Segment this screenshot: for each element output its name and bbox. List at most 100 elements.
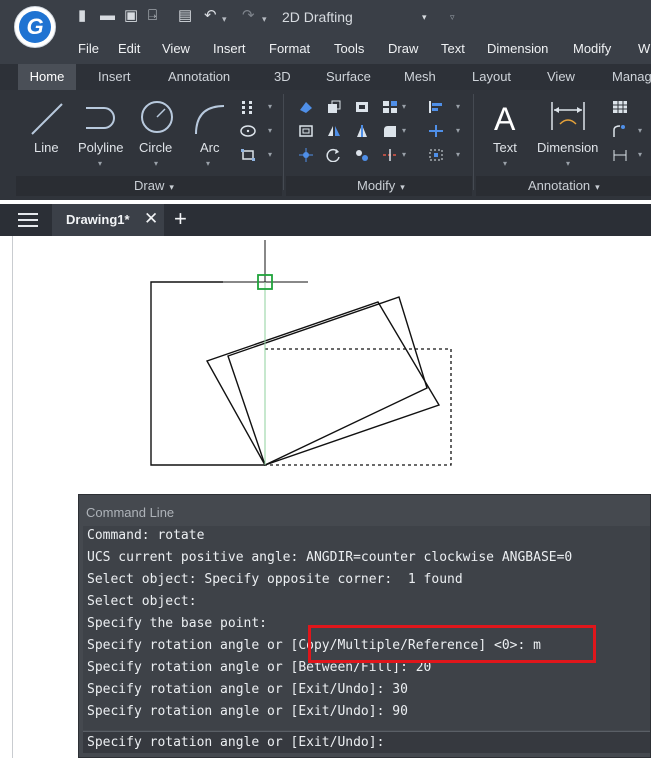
dimension-tool-label[interactable]: Dimension: [537, 140, 598, 156]
leader-icon[interactable]: [612, 124, 628, 138]
command-input[interactable]: Specify rotation angle or [Exit/Undo]:: [83, 731, 650, 753]
circle-icon[interactable]: [138, 98, 176, 136]
command-prompt: Specify rotation angle or [Exit/Undo]:: [87, 735, 385, 750]
align-dropdown-icon[interactable]: ▾: [456, 103, 460, 111]
rectangle-dropdown-icon[interactable]: ▾: [268, 151, 272, 159]
explode-dropdown-icon[interactable]: ▾: [456, 151, 460, 159]
rotation-preview-rectangle: [265, 348, 452, 466]
linear-dimension-dropdown-icon[interactable]: ▾: [638, 151, 642, 159]
arc-icon[interactable]: [190, 100, 228, 138]
move-crosshair-icon[interactable]: [428, 124, 444, 138]
command-history-line: Specify rotation angle or [Exit/Undo]: 9…: [87, 704, 408, 719]
circle-dropdown-icon[interactable]: ▾: [154, 160, 158, 168]
menu-tools[interactable]: Tools: [334, 41, 364, 57]
menu-insert[interactable]: Insert: [213, 41, 246, 57]
polyline-dropdown-icon[interactable]: ▾: [98, 160, 102, 168]
rotated-rectangle-30[interactable]: [205, 301, 441, 466]
trim-icon[interactable]: [354, 124, 370, 138]
text-icon[interactable]: A: [490, 98, 526, 138]
dimension-dropdown-icon[interactable]: ▾: [566, 160, 570, 168]
linear-dimension-icon[interactable]: [612, 148, 628, 162]
draw-panel-title: Draw: [134, 178, 165, 193]
rectangle-icon[interactable]: [240, 148, 256, 162]
scale-icon[interactable]: [354, 148, 370, 162]
circle-tool-label[interactable]: Circle: [139, 140, 172, 156]
workspace-selector[interactable]: 2D Drafting ▾ ▿: [282, 8, 460, 26]
arc-tool-label[interactable]: Arc: [200, 140, 220, 156]
move-icon[interactable]: [298, 148, 314, 162]
undo-icon[interactable]: ↶: [204, 7, 217, 25]
erase-icon[interactable]: [298, 100, 314, 114]
tab-layout[interactable]: Layout: [472, 68, 511, 86]
modify-panel-label[interactable]: Modify ▾: [357, 178, 405, 195]
tab-manage[interactable]: Manag: [612, 68, 651, 86]
move-dropdown-icon[interactable]: ▾: [456, 127, 460, 135]
ribbon-tab-bar: Insert Annotation 3D Surface Mesh Layout…: [0, 64, 651, 90]
polyline-icon[interactable]: [82, 100, 120, 138]
mirror-icon[interactable]: [326, 124, 342, 138]
rotated-rectangle-20[interactable]: [227, 296, 428, 466]
rotate-icon[interactable]: [326, 148, 342, 162]
redo-icon[interactable]: ↷: [242, 7, 255, 25]
explode-icon[interactable]: [428, 148, 444, 162]
annotation-panel-title: Annotation: [528, 178, 591, 193]
open-folder-icon[interactable]: ▬: [100, 7, 115, 25]
menu-modify[interactable]: Modify: [573, 41, 611, 57]
array-icon[interactable]: [382, 100, 398, 114]
document-tab[interactable]: Drawing1* ✕: [52, 204, 164, 236]
point-grid-icon[interactable]: [240, 100, 256, 114]
app-logo[interactable]: G: [14, 6, 56, 48]
ellipse-icon[interactable]: [240, 124, 256, 138]
tab-view[interactable]: View: [547, 68, 575, 86]
menu-edit[interactable]: Edit: [118, 41, 140, 57]
tab-3d[interactable]: 3D: [274, 68, 291, 86]
fillet-dropdown-icon[interactable]: ▾: [402, 127, 406, 135]
table-icon[interactable]: [612, 100, 628, 114]
dimension-icon[interactable]: [548, 100, 588, 136]
menu-format[interactable]: Format: [269, 41, 310, 57]
draw-panel-label[interactable]: Draw ▾: [134, 178, 174, 195]
close-icon[interactable]: ✕: [144, 210, 158, 228]
tab-mesh[interactable]: Mesh: [404, 68, 436, 86]
block-icon[interactable]: [354, 100, 370, 114]
ellipse-dropdown-icon[interactable]: ▾: [268, 127, 272, 135]
annotation-panel-label[interactable]: Annotation ▾: [528, 178, 600, 195]
workspace-settings-icon[interactable]: ▿: [450, 8, 455, 26]
new-file-icon[interactable]: ▮: [78, 7, 86, 25]
menu-window[interactable]: W: [638, 41, 650, 57]
text-tool-label[interactable]: Text: [493, 140, 517, 156]
line-icon[interactable]: [28, 100, 66, 138]
fillet-icon[interactable]: [382, 124, 398, 138]
break-icon[interactable]: [382, 148, 398, 162]
offset-icon[interactable]: [298, 124, 314, 138]
leader-dropdown-icon[interactable]: ▾: [638, 127, 642, 135]
menu-file[interactable]: File: [78, 41, 99, 57]
copy-icon[interactable]: [326, 100, 342, 114]
tab-home[interactable]: Home: [18, 64, 76, 90]
align-icon[interactable]: [428, 100, 444, 114]
menu-dimension[interactable]: Dimension: [487, 41, 548, 57]
break-dropdown-icon[interactable]: ▾: [402, 151, 406, 159]
menu-view[interactable]: View: [162, 41, 190, 57]
print-icon[interactable]: ▤: [178, 7, 192, 25]
menu-hamburger-icon[interactable]: [18, 213, 38, 227]
menu-draw[interactable]: Draw: [388, 41, 418, 57]
polyline-tool-label[interactable]: Polyline: [78, 140, 124, 156]
tab-surface[interactable]: Surface: [326, 68, 371, 86]
panel-divider: [473, 94, 474, 190]
tab-insert[interactable]: Insert: [98, 68, 131, 86]
array-dropdown-icon[interactable]: ▾: [402, 103, 406, 111]
menu-text[interactable]: Text: [441, 41, 465, 57]
line-tool-label[interactable]: Line: [34, 140, 59, 156]
redo-dropdown-icon[interactable]: ▾: [262, 10, 267, 28]
points-dropdown-icon[interactable]: ▾: [268, 103, 272, 111]
save-icon[interactable]: ▣: [124, 7, 138, 25]
text-dropdown-icon[interactable]: ▾: [503, 160, 507, 168]
undo-dropdown-icon[interactable]: ▾: [222, 10, 227, 28]
command-history-line: Select object: Specify opposite corner: …: [87, 572, 463, 587]
save-as-icon[interactable]: ⍈: [148, 7, 157, 25]
tab-annotation[interactable]: Annotation: [168, 68, 230, 86]
arc-dropdown-icon[interactable]: ▾: [206, 160, 210, 168]
original-rectangle[interactable]: [150, 281, 265, 466]
new-tab-icon[interactable]: +: [174, 208, 187, 230]
